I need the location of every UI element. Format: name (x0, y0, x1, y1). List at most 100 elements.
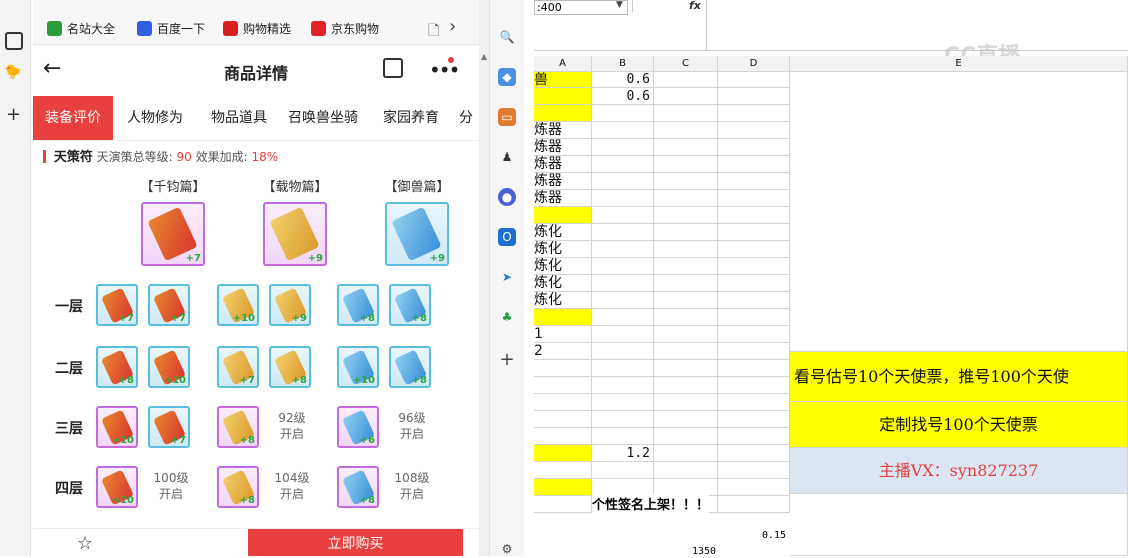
sheet-cell[interactable] (654, 88, 718, 105)
sheet-cell[interactable] (718, 445, 790, 462)
sheet-cell[interactable] (654, 105, 718, 122)
talisman-item[interactable]: +7 (217, 346, 259, 388)
promo-cell-3[interactable]: 主播VX：syn827237 (790, 448, 1128, 494)
sheet-cell[interactable] (654, 190, 718, 207)
sheet-cell[interactable] (654, 139, 718, 156)
sheet-cell[interactable] (718, 428, 790, 445)
sheet-cell[interactable] (592, 394, 654, 411)
sheet-cell[interactable] (718, 88, 790, 105)
sheet-cell[interactable]: 炼器 (534, 173, 592, 190)
column-header[interactable]: D (718, 56, 790, 72)
talisman-item[interactable]: +7 (148, 406, 190, 448)
sheet-cell[interactable] (592, 241, 654, 258)
sheet-cell[interactable] (592, 343, 654, 360)
sheet-cell[interactable] (592, 224, 654, 241)
sheet-cell[interactable] (592, 258, 654, 275)
sheet-cell[interactable] (654, 292, 718, 309)
sheet-cell[interactable] (718, 72, 790, 88)
talisman-item[interactable]: +7 (141, 202, 205, 266)
sheet-cell[interactable] (592, 360, 654, 377)
sheet-cell[interactable] (534, 105, 592, 122)
tabs-icon[interactable] (5, 32, 23, 50)
sheet-cell[interactable] (534, 462, 592, 479)
sheet-cell[interactable] (654, 173, 718, 190)
sheet-cell[interactable] (654, 156, 718, 173)
sheet-cell[interactable] (654, 411, 718, 428)
sheet-cell[interactable] (592, 377, 654, 394)
sheet-cell[interactable] (654, 360, 718, 377)
settings-icon[interactable]: ⚙ (498, 540, 516, 558)
sheet-cell[interactable] (592, 462, 654, 479)
talisman-item[interactable]: +8 (269, 346, 311, 388)
favorite-star-icon[interactable]: ☆ (77, 533, 93, 554)
sheet-cell[interactable] (718, 122, 790, 139)
sheet-cell[interactable] (534, 479, 592, 496)
sheet-cell[interactable] (654, 394, 718, 411)
talisman-item[interactable]: +9 (263, 202, 327, 266)
sheet-cell[interactable] (654, 224, 718, 241)
fx-icon[interactable]: fx (689, 0, 701, 12)
talisman-item[interactable]: +10 (148, 346, 190, 388)
sheet-cell[interactable] (718, 479, 790, 496)
sheet-cell[interactable]: 1.2 (592, 445, 654, 462)
sheet-cell[interactable] (718, 156, 790, 173)
column-header[interactable]: C (654, 56, 718, 72)
sheet-cell[interactable] (592, 292, 654, 309)
sheet-cell[interactable]: 炼器 (534, 139, 592, 156)
sheet-cell[interactable]: 炼化 (534, 258, 592, 275)
sheet-cell[interactable] (534, 445, 592, 462)
tab-1[interactable]: 人物修为 (115, 96, 195, 140)
sheet-cell[interactable] (654, 258, 718, 275)
sheet-cell[interactable] (592, 190, 654, 207)
sheet-cell[interactable] (654, 122, 718, 139)
sheet-cell[interactable] (718, 343, 790, 360)
sheet-cell[interactable] (534, 309, 592, 326)
sheet-cell[interactable] (654, 445, 718, 462)
chevron-right-icon[interactable]: › (449, 16, 456, 37)
bird-icon[interactable]: 🐤 (4, 64, 22, 82)
sheet-cell[interactable] (718, 224, 790, 241)
tab-0[interactable]: 装备评价 (33, 96, 113, 140)
sheet-cell[interactable] (592, 105, 654, 122)
sheet-cell[interactable] (654, 326, 718, 343)
sheet-cell[interactable] (592, 428, 654, 445)
bookmark-item[interactable]: 购物精选 (223, 20, 291, 37)
sheet-cell[interactable] (654, 241, 718, 258)
sheet-cell[interactable] (718, 462, 790, 479)
talisman-item[interactable]: +6 (337, 406, 379, 448)
sheet-cell[interactable] (592, 122, 654, 139)
talisman-item[interactable]: +10 (337, 346, 379, 388)
sheet-cell[interactable] (654, 343, 718, 360)
sheet-cell[interactable] (718, 411, 790, 428)
tab-3[interactable]: 召唤兽坐骑 (281, 96, 365, 140)
sheet-cell[interactable] (592, 156, 654, 173)
promo-cell-1[interactable]: 看号估号10个天使票，推号100个天使 (790, 352, 1128, 402)
sheet-cell[interactable] (718, 190, 790, 207)
promo-cell-2[interactable]: 定制找号100个天使票 (790, 402, 1128, 448)
document-icon[interactable]: 🗋 (428, 20, 439, 44)
sheet-cell[interactable] (534, 360, 592, 377)
sheet-cell[interactable]: 兽 (534, 72, 592, 88)
sheet-cell[interactable] (718, 326, 790, 343)
sheet-cell[interactable] (654, 377, 718, 394)
scroll-up-icon[interactable]: ▲ (481, 52, 487, 61)
sheet-cell[interactable] (592, 207, 654, 224)
sheet-cell[interactable] (718, 360, 790, 377)
sheet-cell[interactable] (718, 309, 790, 326)
sheet-cell[interactable] (718, 292, 790, 309)
sheet-cell[interactable] (718, 139, 790, 156)
bookmark-item[interactable]: 名站大全 (47, 20, 115, 37)
column-header[interactable]: E (790, 56, 1128, 72)
sheet-cell[interactable] (718, 173, 790, 190)
sheet-cell[interactable] (592, 326, 654, 343)
sheet-cell[interactable]: 炼化 (534, 241, 592, 258)
sheet-cell[interactable]: 0.6 (592, 88, 654, 105)
sheet-cell[interactable]: 炼化 (534, 275, 592, 292)
sheet-cell[interactable] (718, 275, 790, 292)
sheet-cell[interactable]: 炼器 (534, 122, 592, 139)
talisman-item[interactable]: +10 (217, 284, 259, 326)
send-icon[interactable]: ➤ (498, 268, 516, 286)
sheet-cell[interactable] (592, 173, 654, 190)
sheet-cell[interactable] (534, 377, 592, 394)
search-icon[interactable]: 🔍 (498, 28, 516, 46)
